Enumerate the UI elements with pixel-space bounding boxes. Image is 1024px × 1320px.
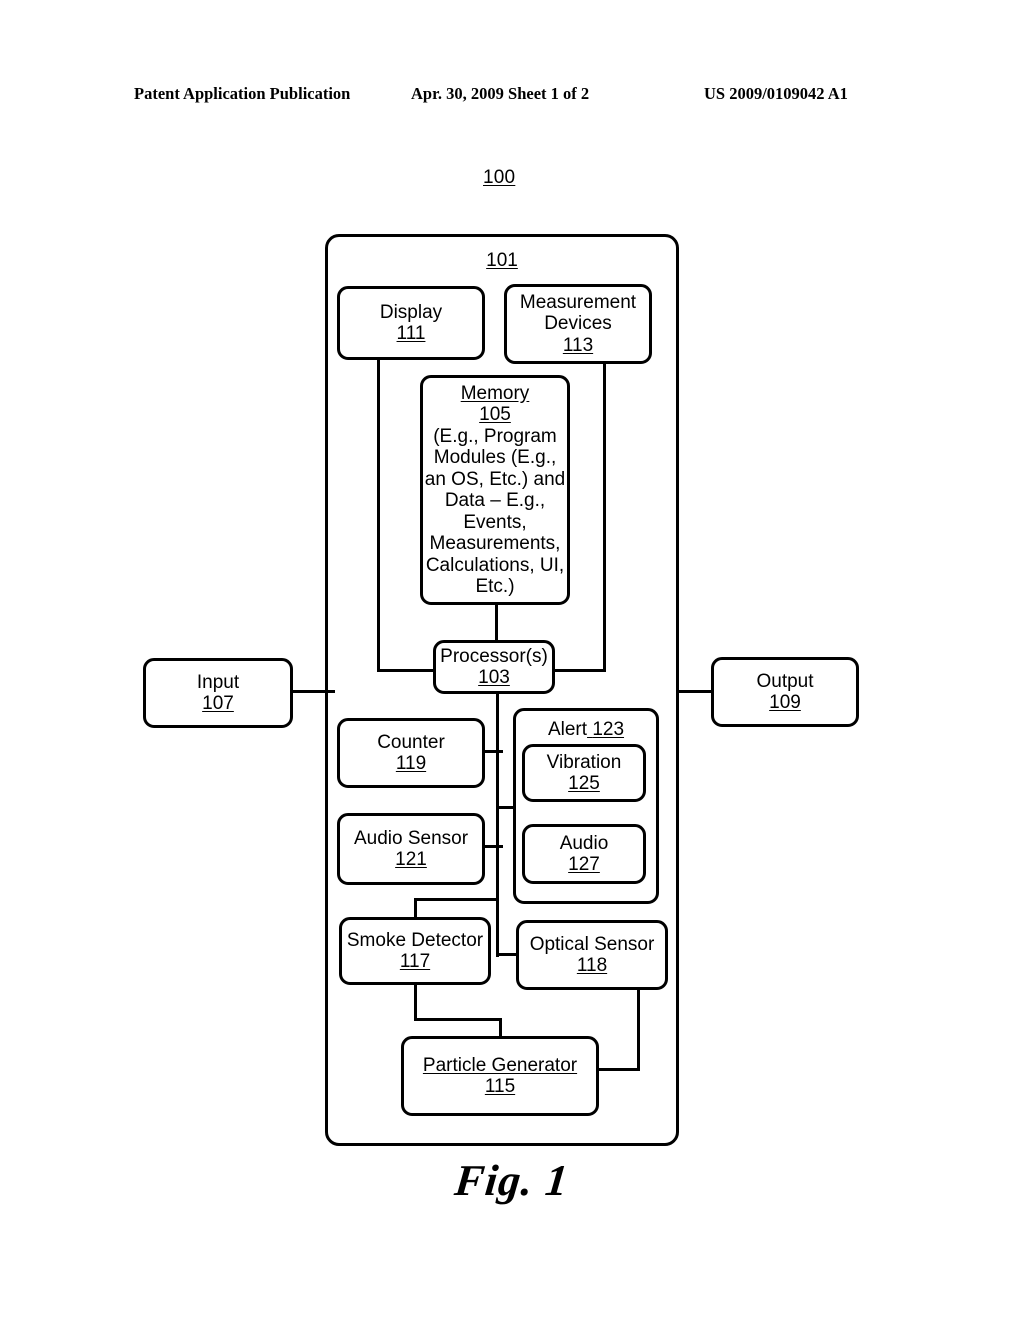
block-smoke-detector-title: Smoke Detector [346, 929, 484, 951]
memory-line-3: an OS, Etc.) and [424, 468, 566, 490]
patent-figure-1: 100 101 Display 111 Measurement Devices … [0, 0, 1024, 1320]
block-counter-title: Counter [377, 731, 445, 753]
connector-optical-to-particle-horizontal [595, 1068, 640, 1072]
block-output-number: 109 [769, 692, 801, 713]
connector-input-to-enclosure [290, 690, 335, 694]
block-display-number: 111 [396, 323, 426, 344]
block-input-title: Input [196, 671, 240, 693]
connector-bus-to-audio-sensor [483, 845, 503, 849]
block-audio-sensor-title: Audio Sensor [353, 827, 469, 849]
memory-line-4: Data – E.g., [444, 490, 546, 511]
block-memory-number: 105 [479, 404, 511, 425]
block-display-111[interactable]: Display 111 [337, 286, 485, 360]
block-memory-105[interactable]: Memory 105 (E.g., Program Modules (E.g.,… [420, 375, 570, 605]
block-measurement-devices-113[interactable]: Measurement Devices 113 [504, 284, 652, 364]
block-smoke-detector-117[interactable]: Smoke Detector 117 [339, 917, 491, 985]
block-vibration-125[interactable]: Vibration 125 [522, 744, 646, 802]
block-vibration-number: 125 [568, 773, 600, 794]
block-memory-title: Memory [460, 382, 530, 404]
block-audio-sensor-number: 121 [395, 849, 427, 870]
memory-line-7: Calculations, UI, [425, 554, 565, 576]
block-processor-number: 103 [478, 667, 510, 688]
connector-optical-to-particle-vertical [637, 988, 641, 1071]
connector-output-to-enclosure [676, 690, 714, 694]
memory-line-5: Events, [463, 511, 527, 533]
block-counter-119[interactable]: Counter 119 [337, 718, 485, 788]
block-display-title: Display [379, 301, 443, 323]
connector-smoke-to-particle-horizontal [414, 1018, 502, 1022]
block-measurement-title-line1: Measurement [519, 291, 637, 313]
block-audio-title: Audio [559, 832, 609, 854]
connector-processor-bus-vertical [496, 692, 500, 957]
block-output-title: Output [756, 670, 814, 692]
reference-numeral-101: 101 [486, 250, 518, 271]
block-optical-sensor-number: 118 [576, 955, 608, 976]
connector-measurement-to-processor-vertical [603, 360, 607, 672]
block-optical-sensor-118[interactable]: Optical Sensor 118 [516, 920, 668, 990]
block-particle-generator-number: 115 [484, 1076, 516, 1097]
memory-line-8: Etc.) [475, 576, 515, 597]
block-memory-description: (E.g., Program Modules (E.g., an OS, Etc… [425, 426, 565, 598]
connector-smoke-to-particle-vertical-a [414, 983, 418, 1021]
block-input-number: 107 [202, 693, 234, 714]
block-measurement-number: 113 [562, 334, 594, 356]
block-audio-sensor-121[interactable]: Audio Sensor 121 [337, 813, 485, 885]
block-vibration-title: Vibration [546, 751, 622, 773]
block-audio-number: 127 [568, 854, 600, 875]
block-particle-generator-title: Particle Generator [422, 1054, 578, 1076]
block-optical-sensor-title: Optical Sensor [529, 933, 655, 955]
memory-line-6: Measurements, [429, 533, 561, 554]
block-measurement-title-line2: Devices [544, 313, 612, 335]
block-input-107[interactable]: Input 107 [143, 658, 293, 728]
memory-line-1: (E.g., Program [433, 425, 557, 447]
block-counter-number: 119 [395, 753, 427, 774]
figure-caption: Fig. 1 [452, 1156, 572, 1205]
block-alert-number: 123 [592, 719, 625, 740]
connector-bus-to-smoke-detector-horizontal [414, 898, 499, 902]
block-alert-title: Alert [547, 719, 588, 740]
block-processor-title: Processor(s) [440, 645, 548, 667]
connector-bus-to-counter [483, 750, 503, 754]
block-processor-103[interactable]: Processor(s) 103 [433, 640, 555, 694]
connector-memory-to-processor [495, 605, 499, 645]
block-audio-127[interactable]: Audio 127 [522, 824, 646, 884]
memory-line-2: Modules (E.g., [433, 447, 557, 468]
block-output-109[interactable]: Output 109 [711, 657, 859, 727]
connector-display-to-processor-horizontal [377, 669, 439, 673]
block-particle-generator-115[interactable]: Particle Generator 115 [401, 1036, 599, 1116]
block-smoke-detector-number: 117 [399, 951, 431, 972]
reference-numeral-100: 100 [483, 167, 516, 188]
connector-display-to-processor-vertical [377, 358, 381, 672]
block-alert-title-row: Alert 123 [548, 719, 624, 741]
connector-measurement-to-processor-horizontal [551, 669, 606, 673]
